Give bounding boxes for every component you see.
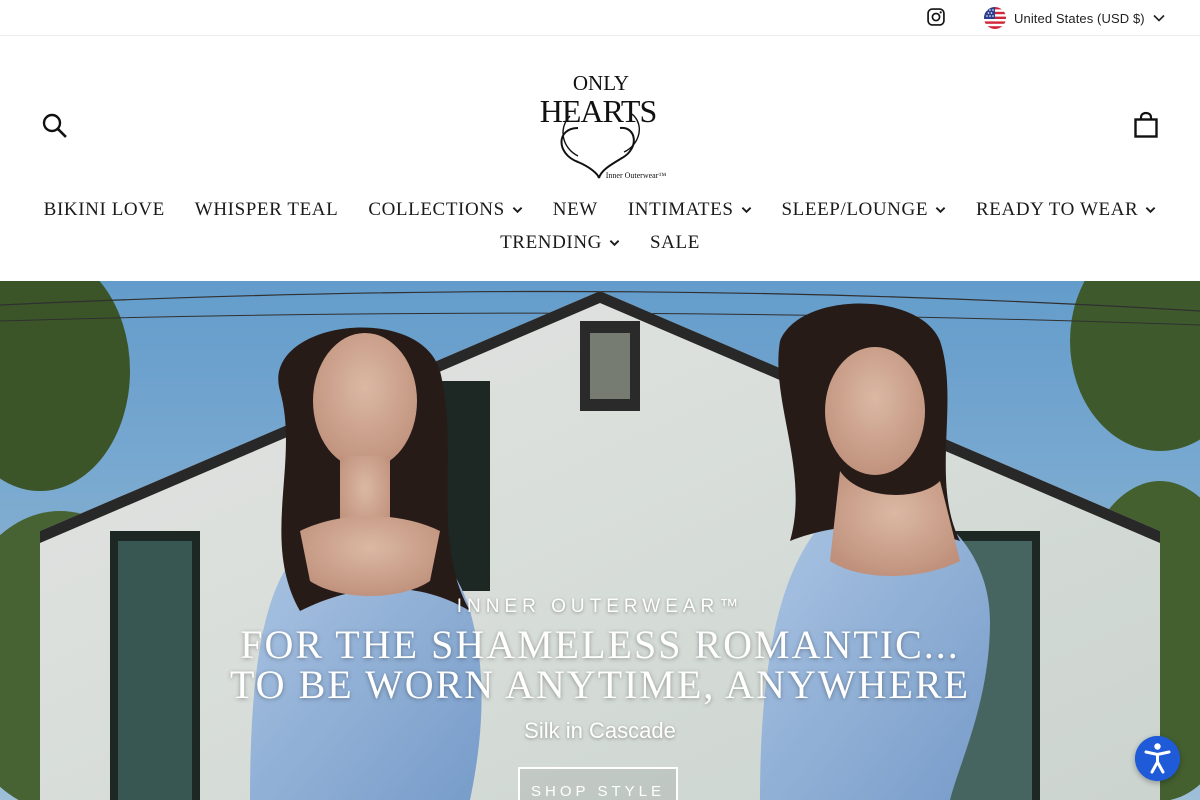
chevron-down-icon (1153, 14, 1165, 22)
nav-item-label: BIKINI LOVE (43, 199, 165, 220)
nav-item-label: NEW (552, 199, 598, 220)
nav-item-collections[interactable]: COLLECTIONS (353, 197, 537, 223)
nav-item-sale[interactable]: SALE (635, 230, 715, 256)
accessibility-icon[interactable] (1135, 736, 1180, 781)
hero-subtitle: Silk in Cascade (524, 718, 676, 743)
region-label: United States (USD $) (1014, 10, 1145, 26)
hero-title-line1: FOR THE SHAMELESS ROMANTIC... (240, 622, 960, 667)
chevron-down-icon (741, 207, 751, 214)
only-hearts-logo[interactable]: ONLY HEARTS Inner Outerwear™ (528, 66, 673, 184)
nav-item-label: COLLECTIONS (368, 199, 505, 220)
chevron-down-icon (609, 240, 620, 247)
nav-item-label: SLEEP/LOUNGE (781, 199, 929, 220)
us-flag-icon (984, 7, 1006, 29)
nav-item-label: INTIMATES (627, 199, 734, 220)
nav-item-trending[interactable]: TRENDING (485, 230, 635, 256)
hero-title-line2: TO BE WORN ANYTIME, ANYWHERE (229, 662, 971, 707)
nav-item-label: READY TO WEAR (976, 199, 1139, 220)
instagram-icon[interactable] (926, 7, 946, 27)
nav-item-ready-to-wear[interactable]: READY TO WEAR (961, 197, 1171, 223)
region-selector[interactable]: United States (USD $) (984, 6, 1165, 30)
nav-item-sleep-lounge[interactable]: SLEEP/LOUNGE (767, 197, 962, 223)
main-nav-row-1: BIKINI LOVE WHISPER TEAL COLLECTIONS NEW INT… (0, 197, 1200, 223)
hero-title: FOR THE SHAMELESS ROMANTIC... TO BE WORN… (0, 625, 1200, 705)
chevron-down-icon (935, 207, 946, 214)
nav-item-new[interactable]: NEW (538, 197, 613, 223)
hero-kicker: INNER OUTERWEAR™ (456, 596, 744, 617)
search-icon[interactable] (41, 112, 67, 138)
nav-item-label: SALE (650, 232, 700, 253)
shop-style-button[interactable]: SHOP STYLE (518, 767, 678, 800)
main-nav-row-2: TRENDING SALE (0, 230, 1200, 256)
nav-item-label: TRENDING (500, 232, 602, 253)
nav-item-bikini-love[interactable]: BIKINI LOVE (29, 197, 180, 223)
chevron-down-icon (1146, 207, 1156, 214)
utility-bar: United States (USD $) (0, 0, 1200, 36)
chevron-down-icon (512, 207, 523, 214)
nav-item-whisper-teal[interactable]: WHISPER TEAL (180, 197, 354, 223)
cart-icon[interactable] (1133, 111, 1159, 139)
logo-tagline: Inner Outerwear™ (606, 171, 667, 180)
nav-item-label: WHISPER TEAL (194, 199, 339, 220)
hero-banner[interactable]: INNER OUTERWEAR™ FOR THE SHAMELESS ROMAN… (0, 281, 1200, 800)
logo-text-top: ONLY (573, 71, 629, 95)
nav-item-intimates[interactable]: INTIMATES (613, 197, 767, 223)
